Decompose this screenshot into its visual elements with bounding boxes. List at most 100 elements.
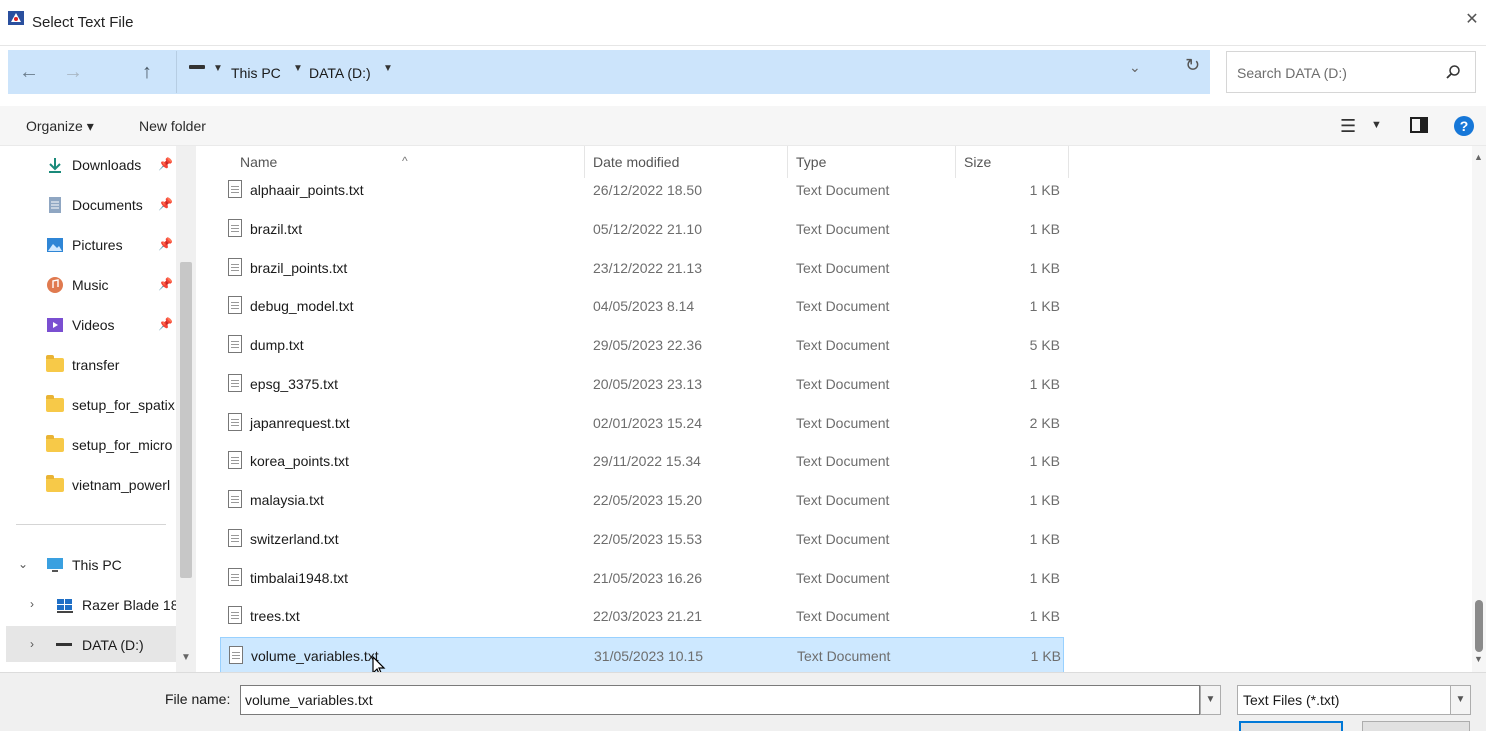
sidebar-item-setup-for-micro[interactable]: setup_for_micro <box>0 426 176 462</box>
sidebar-item-music[interactable]: Music 📌 <box>0 266 176 302</box>
folder-icon <box>46 395 64 412</box>
file-name-dropdown-icon[interactable]: ▼ <box>1200 685 1221 715</box>
scroll-down-icon[interactable]: ▼ <box>1474 654 1483 664</box>
file-type: Text Document <box>796 453 890 469</box>
sidebar-item-data-drive[interactable]: › DATA (D:) <box>6 626 176 662</box>
text-file-icon <box>228 490 242 508</box>
forward-button[interactable]: → <box>60 60 86 84</box>
command-bar: Organize ▾ New folder ☰ ▼ ? <box>0 106 1486 146</box>
file-type: Text Document <box>796 415 890 431</box>
breadcrumb-data-drive[interactable]: DATA (D:) <box>309 65 371 81</box>
file-row[interactable]: switzerland.txt 22/05/2023 15.53 Text Docu… <box>220 521 1064 557</box>
scroll-down-icon[interactable]: ▼ <box>181 652 191 663</box>
file-row[interactable]: malaysia.txt 22/05/2023 15.20 Text Documen… <box>220 482 1064 518</box>
chevron-right-icon[interactable]: › <box>30 597 34 611</box>
file-name: brazil.txt <box>250 221 303 237</box>
file-row[interactable]: japanrequest.txt 02/01/2023 15.24 Text Doc… <box>220 405 1064 441</box>
file-row[interactable]: alphaair_points.txt 26/12/2022 18.50 Text … <box>220 172 1064 208</box>
new-folder-button[interactable]: New folder <box>139 118 206 134</box>
chevron-down-icon[interactable]: ▼ <box>1371 119 1382 131</box>
title-bar: Select Text File ✕ <box>0 0 1486 46</box>
file-date-modified: 22/05/2023 15.53 <box>593 531 702 547</box>
sidebar-item-vietnam-powerl[interactable]: vietnam_powerl <box>0 466 176 502</box>
column-date-modified[interactable]: Date modified <box>593 154 679 170</box>
file-row[interactable]: volume_variables.txt 31/05/2023 10.15 Text… <box>220 637 1064 673</box>
file-size: 1 KB <box>1030 648 1061 664</box>
file-type: Text Document <box>796 376 890 392</box>
column-name[interactable]: Name <box>240 154 277 170</box>
file-row[interactable]: brazil.txt 05/12/2022 21.10 Text Document 1… <box>220 211 1064 247</box>
up-button[interactable]: ↑ <box>134 60 160 84</box>
history-dropdown-icon[interactable]: ⌄ <box>1129 59 1141 76</box>
column-divider[interactable] <box>1068 146 1069 178</box>
breadcrumb[interactable]: ▼ This PC ▼ DATA (D:) ▼ ⌄ ↻ <box>176 51 1210 93</box>
back-button[interactable]: ← <box>16 60 42 84</box>
help-icon[interactable]: ? <box>1454 116 1474 136</box>
file-type: Text Document <box>796 337 890 353</box>
pin-icon: 📌 <box>158 197 173 211</box>
folder-icon <box>46 475 64 492</box>
refresh-icon[interactable]: ↻ <box>1185 55 1200 76</box>
chevron-down-icon[interactable]: ▼ <box>1450 686 1470 714</box>
scroll-up-icon[interactable]: ▲ <box>1474 152 1483 162</box>
sidebar-item-pictures[interactable]: Pictures 📌 <box>0 226 176 262</box>
sidebar-scrollbar-thumb[interactable] <box>180 262 192 578</box>
search-box[interactable]: Search DATA (D:) <box>1226 51 1476 93</box>
chevron-down-icon[interactable]: ▼ <box>293 63 303 74</box>
file-size: 1 KB <box>1029 492 1060 508</box>
drive-icon <box>56 643 72 646</box>
sidebar-item-transfer[interactable]: transfer <box>0 346 176 382</box>
file-name: korea_points.txt <box>250 453 349 469</box>
sidebar-item-label: setup_for_spatix <box>72 397 175 413</box>
sidebar-item-documents[interactable]: Documents 📌 <box>0 186 176 222</box>
file-size: 1 KB <box>1029 182 1060 198</box>
text-file-icon <box>228 296 242 314</box>
chevron-down-icon[interactable]: ▼ <box>213 63 223 74</box>
file-date-modified: 20/05/2023 23.13 <box>593 376 702 392</box>
file-name: dump.txt <box>250 337 304 353</box>
file-size: 2 KB <box>1029 415 1060 431</box>
sidebar-item-this-pc[interactable]: ⌄ This PC <box>0 546 176 582</box>
file-type-select[interactable]: Text Files (*.txt) ▼ <box>1237 685 1471 715</box>
file-name-input[interactable] <box>240 685 1200 715</box>
file-row[interactable]: korea_points.txt 29/11/2022 15.34 Text Doc… <box>220 443 1064 479</box>
close-button[interactable]: ✕ <box>1462 10 1482 30</box>
file-size: 1 KB <box>1029 298 1060 314</box>
pin-icon: 📌 <box>158 317 173 331</box>
chevron-down-icon[interactable]: ⌄ <box>18 557 28 571</box>
view-options-icon[interactable]: ☰ <box>1340 116 1356 137</box>
column-type[interactable]: Type <box>796 154 826 170</box>
sidebar-item-razer-blade[interactable]: › Razer Blade 18 <box>0 586 179 622</box>
file-type-value: Text Files (*.txt) <box>1243 692 1340 708</box>
file-row[interactable]: dump.txt 29/05/2023 22.36 Text Document 5 K… <box>220 327 1064 363</box>
file-row[interactable]: brazil_points.txt 23/12/2022 21.13 Text Do… <box>220 250 1064 286</box>
file-row[interactable]: epsg_3375.txt 20/05/2023 23.13 Text Docume… <box>220 366 1064 402</box>
file-date-modified: 29/11/2022 15.34 <box>593 453 701 469</box>
search-input[interactable]: Search DATA (D:) <box>1237 65 1347 81</box>
file-row[interactable]: timbalai1948.txt 21/05/2023 16.26 Text Doc… <box>220 560 1064 596</box>
file-row[interactable]: debug_model.txt 04/05/2023 8.14 Text Docum… <box>220 288 1064 324</box>
breadcrumb-this-pc[interactable]: This PC <box>231 65 281 81</box>
chevron-right-icon[interactable]: › <box>30 637 34 651</box>
sidebar-item-setup-for-spatix[interactable]: setup_for_spatix <box>0 386 176 422</box>
organize-button[interactable]: Organize ▾ <box>26 118 94 135</box>
file-date-modified: 21/05/2023 16.26 <box>593 570 702 586</box>
file-row[interactable]: trees.txt 22/03/2023 21.21 Text Document 1 … <box>220 598 1064 634</box>
search-icon[interactable] <box>1445 64 1461 80</box>
preview-pane-icon[interactable] <box>1410 117 1428 133</box>
sidebar-item-videos[interactable]: Videos 📌 <box>0 306 176 342</box>
sidebar-item-downloads[interactable]: Downloads 📌 <box>0 146 176 182</box>
open-button[interactable] <box>1239 721 1343 731</box>
file-list-scrollbar-thumb[interactable] <box>1475 600 1483 652</box>
file-size: 1 KB <box>1029 570 1060 586</box>
pin-icon: 📌 <box>158 277 173 291</box>
column-size[interactable]: Size <box>964 154 991 170</box>
sidebar-scrollbar[interactable]: ▼ <box>176 146 196 672</box>
cancel-button[interactable] <box>1362 721 1470 731</box>
file-name: brazil_points.txt <box>250 260 348 276</box>
chevron-down-icon[interactable]: ▼ <box>383 63 393 74</box>
file-type: Text Document <box>796 531 890 547</box>
text-file-icon <box>228 180 242 198</box>
file-list-scrollbar[interactable]: ▲ ▼ <box>1472 146 1486 672</box>
file-name: trees.txt <box>250 608 300 624</box>
